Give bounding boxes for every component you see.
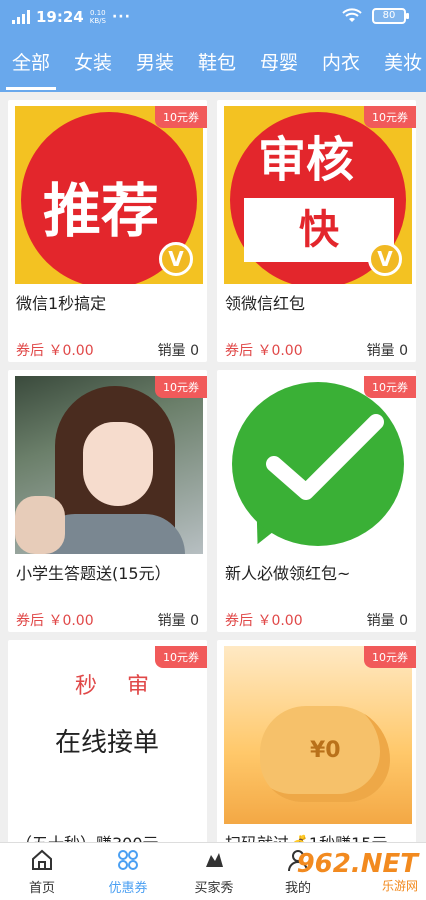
- image-text: 审: [127, 674, 152, 699]
- check-icon: [266, 414, 384, 500]
- coupon-badge: 10元券: [364, 646, 416, 668]
- product-sales: 销量 0: [366, 343, 408, 359]
- nav-home[interactable]: 首页: [2, 847, 82, 896]
- coupon-badge: 10元券: [155, 376, 207, 398]
- product-title: 领微信红包: [225, 294, 306, 313]
- product-price: 券后 ￥0.00: [225, 613, 303, 629]
- status-bar: 19:24 0.10 KB/S ··· 80: [0, 0, 426, 36]
- more-dots: ···: [111, 9, 131, 25]
- product-image[interactable]: 审核 快 V: [224, 106, 412, 284]
- product-sales: 销量 0: [157, 613, 199, 629]
- v-badge-icon: V: [159, 242, 193, 276]
- coupon-badge: 10元券: [155, 646, 207, 668]
- tab-all[interactable]: 全部: [0, 36, 62, 92]
- tab-shoes-bags[interactable]: 鞋包: [186, 36, 248, 92]
- product-sales: 销量 0: [366, 613, 408, 629]
- bottom-nav: 首页 优惠券 买家秀 我的 962.NET 乐游网: [0, 842, 426, 900]
- product-price: 券后 ￥0.00: [16, 613, 94, 629]
- tab-men[interactable]: 男装: [124, 36, 186, 92]
- product-price: 券后 ￥0.00: [16, 343, 94, 359]
- coupon-badge: 10元券: [155, 106, 207, 128]
- tab-women[interactable]: 女装: [62, 36, 124, 92]
- product-card[interactable]: 审核 快 V 10元券 领微信红包 券后 ￥0.00 销量 0: [217, 100, 416, 362]
- tab-beauty[interactable]: 美妆: [372, 36, 426, 92]
- product-title: 微信1秒搞定: [16, 294, 107, 313]
- image-text: 审核: [258, 132, 355, 188]
- nav-label: 买家秀: [194, 881, 234, 896]
- nav-label: 优惠券: [108, 881, 148, 896]
- category-tabs: 全部 女装 男装 鞋包 母婴 内衣 美妆: [0, 36, 426, 92]
- product-card[interactable]: 秒 审 在线接单 10元券 （五十秒）赚300元: [8, 640, 207, 850]
- image-main-text: 在线接单: [55, 728, 160, 758]
- product-title: 新人必做领红包~: [225, 564, 351, 583]
- product-image[interactable]: 推荐 V: [15, 106, 203, 284]
- grid-icon: [118, 850, 138, 870]
- status-time: 19:24: [36, 8, 84, 26]
- tab-underwear[interactable]: 内衣: [310, 36, 372, 92]
- product-card[interactable]: ¥0 10元券 扫码就过💰1秒赚15元: [217, 640, 416, 850]
- product-price: 券后 ￥0.00: [225, 343, 303, 359]
- signal-icon: [12, 10, 30, 24]
- coupon-badge: 10元券: [364, 106, 416, 128]
- nav-buyer-show[interactable]: 买家秀: [174, 847, 254, 896]
- watermark-logo: 962.NET 乐游网: [296, 849, 418, 893]
- home-icon: [32, 849, 52, 870]
- product-sales: 销量 0: [157, 343, 199, 359]
- tab-baby[interactable]: 母婴: [248, 36, 310, 92]
- image-text: 秒: [75, 674, 100, 699]
- product-image[interactable]: [15, 376, 203, 554]
- battery-icon: 80: [372, 8, 409, 24]
- wifi-icon: [342, 8, 362, 22]
- image-text: ¥0: [310, 738, 341, 763]
- product-image[interactable]: [224, 376, 412, 554]
- product-image[interactable]: ¥0: [224, 646, 412, 824]
- nav-label: 首页: [28, 881, 55, 896]
- image-text: 推荐: [43, 177, 160, 245]
- nav-coupons[interactable]: 优惠券: [88, 847, 168, 896]
- product-card[interactable]: 推荐 V 10元券 微信1秒搞定 券后 ￥0.00 销量 0: [8, 100, 207, 362]
- product-card[interactable]: 10元券 新人必做领红包~ 券后 ￥0.00 销量 0: [217, 370, 416, 632]
- show-icon: [206, 853, 223, 867]
- product-title: 小学生答题送(15元）: [16, 564, 171, 583]
- product-card[interactable]: 10元券 小学生答题送(15元） 券后 ￥0.00 销量 0: [8, 370, 207, 632]
- coupon-badge: 10元券: [364, 376, 416, 398]
- network-speed: 0.10 KB/S: [89, 9, 106, 25]
- v-badge-icon: V: [368, 242, 402, 276]
- product-image[interactable]: 秒 审 在线接单: [15, 646, 203, 824]
